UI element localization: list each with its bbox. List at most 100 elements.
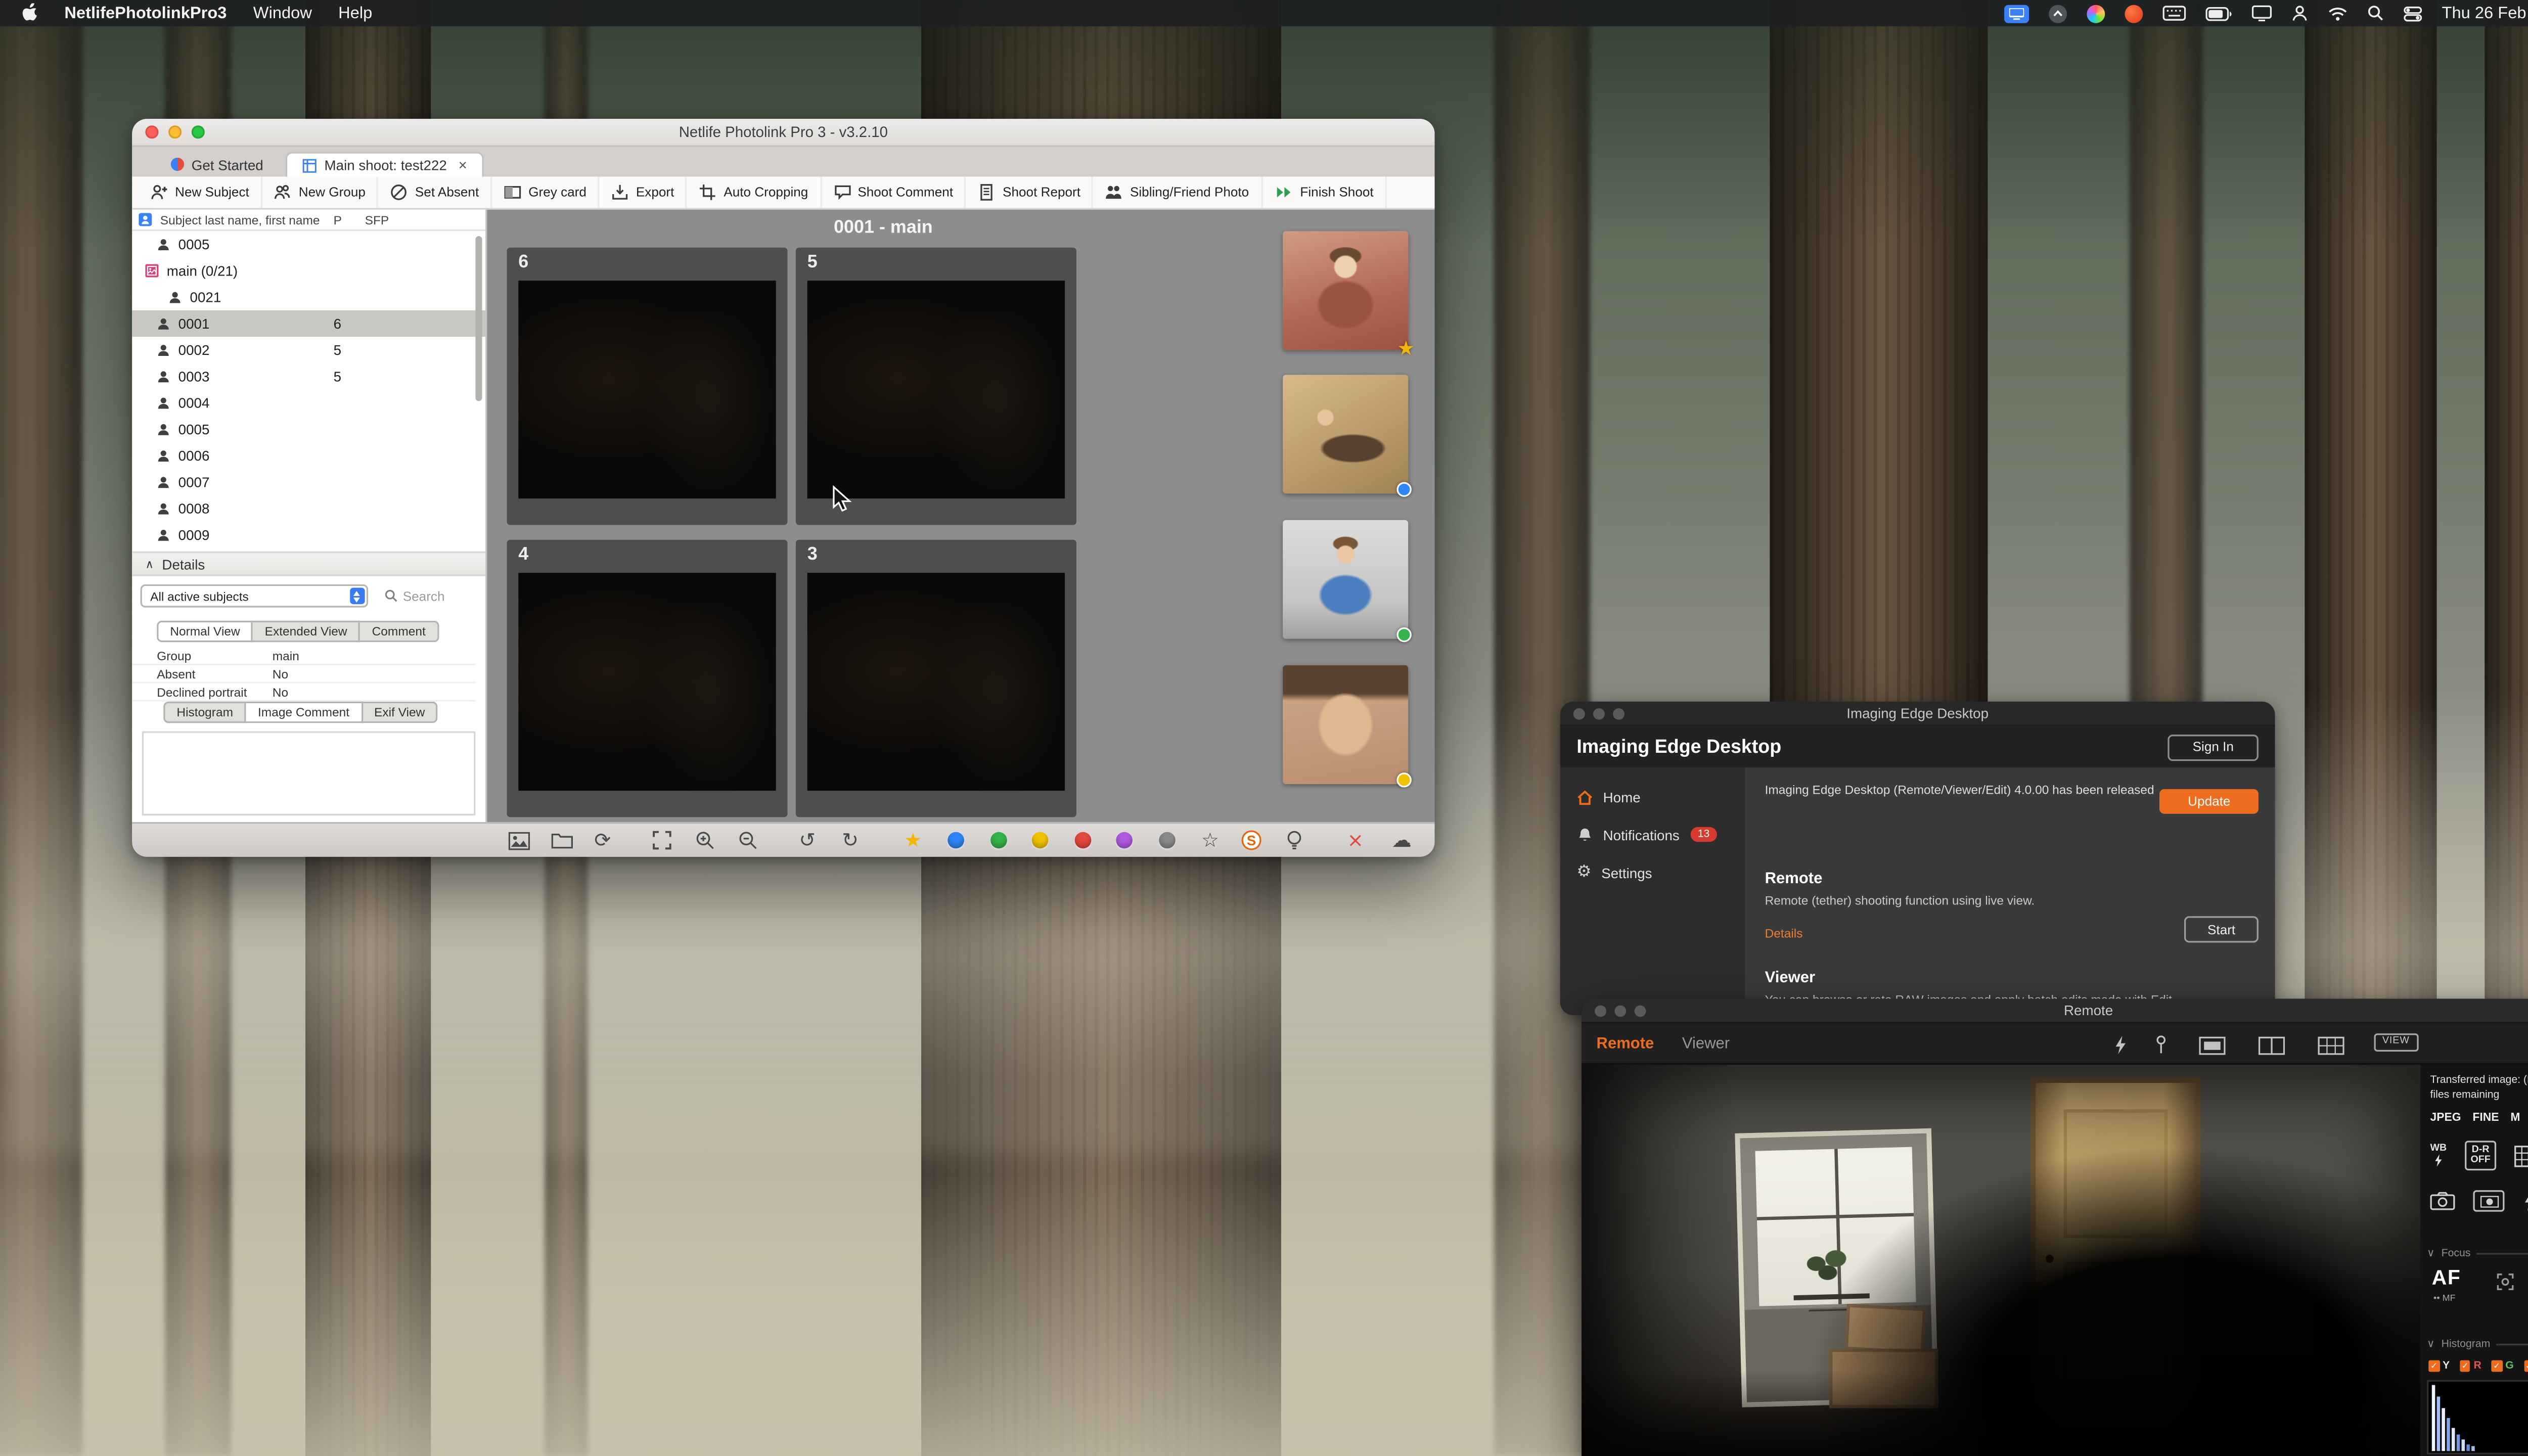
tab-image-comment[interactable]: Image Comment	[246, 702, 363, 723]
subject-row[interactable]: 0005	[132, 416, 485, 442]
subject-row[interactable]: 0003 5	[132, 363, 485, 389]
subject-row[interactable]: 0004	[132, 390, 485, 416]
finish-shoot-button[interactable]: Finish Shoot	[1262, 176, 1386, 208]
subject-row[interactable]: 0005	[132, 231, 485, 257]
display-icon[interactable]	[2252, 5, 2272, 22]
star-outline-icon[interactable]: ☆	[1197, 827, 1223, 853]
folder-icon[interactable]	[548, 827, 574, 853]
new-subject-button[interactable]: New Subject	[139, 176, 262, 208]
flash-mode-icon[interactable]	[2522, 1191, 2528, 1211]
zoom-out-icon[interactable]	[735, 827, 761, 853]
tag-purple-icon[interactable]	[1111, 827, 1138, 853]
channel-r[interactable]: ✓R	[2460, 1360, 2481, 1372]
battery-icon[interactable]	[2206, 6, 2232, 20]
grey-card-button[interactable]: Grey card	[492, 176, 600, 208]
filmstrip-thumb[interactable]	[1283, 520, 1408, 639]
image-size-label[interactable]: M	[2510, 1113, 2520, 1124]
menubar-clock[interactable]: Thu 26 Feb 15:31	[2442, 4, 2528, 22]
subject-filter-select[interactable]: All active subjects	[141, 584, 369, 608]
list-scrollbar[interactable]	[475, 236, 482, 401]
color-tag-marker[interactable]	[1396, 482, 1411, 496]
menu-window[interactable]: Window	[253, 4, 312, 22]
subject-row-selected[interactable]: 0001 6	[132, 310, 485, 337]
sibling-friend-photo-button[interactable]: Sibling/Friend Photo	[1094, 176, 1262, 208]
zoom-in-icon[interactable]	[692, 827, 718, 853]
subject-row[interactable]: 0007	[132, 469, 485, 495]
channel-y[interactable]: ✓Y	[2428, 1360, 2450, 1372]
checkbox-icon[interactable]: ✓	[2460, 1360, 2470, 1371]
spotlight-icon[interactable]	[2368, 5, 2384, 22]
dynamic-range-control[interactable]: D-R OFF	[2465, 1141, 2496, 1170]
channel-g[interactable]: ✓G	[2491, 1360, 2513, 1372]
rating-star-marker[interactable]: ★	[1397, 340, 1415, 357]
group-row[interactable]: main (0/21)	[132, 257, 485, 284]
photo-card[interactable]: 5	[796, 248, 1076, 525]
photo-thumbnail[interactable]	[807, 281, 1065, 498]
search-input[interactable]	[403, 588, 476, 603]
view-button[interactable]: VIEW	[2374, 1032, 2418, 1051]
histogram-section-header[interactable]: ∨Histogram	[2427, 1337, 2528, 1350]
record-indicator-icon[interactable]	[2125, 4, 2143, 22]
subject-row[interactable]: 0021	[132, 284, 485, 310]
set-absent-button[interactable]: Set Absent	[379, 176, 492, 208]
file-format-label[interactable]: JPEG	[2430, 1113, 2461, 1124]
tab-extended-view[interactable]: Extended View	[253, 621, 360, 642]
tab-normal-view[interactable]: Normal View	[157, 621, 253, 642]
display-grid-icon[interactable]	[2318, 1033, 2344, 1063]
photo-thumbnail[interactable]	[518, 573, 776, 791]
nav-notifications[interactable]: Notifications 13	[1560, 815, 1745, 853]
new-group-button[interactable]: New Group	[262, 176, 379, 208]
user-icon[interactable]	[2291, 5, 2308, 22]
details-link[interactable]: Details	[1765, 926, 1803, 941]
nav-home[interactable]: Home	[1560, 778, 1745, 815]
select-stepper-icon[interactable]	[350, 587, 365, 604]
details-header[interactable]: ∧ Details	[132, 552, 485, 576]
checkbox-icon[interactable]: ✓	[2491, 1360, 2502, 1371]
lightbulb-icon[interactable]	[1281, 827, 1307, 853]
menubar-app-name[interactable]: NetlifePhotolinkPro3	[64, 4, 227, 22]
focus-section-header[interactable]: ∨Focus	[2427, 1246, 2528, 1259]
channel-b[interactable]: ✓B	[2523, 1360, 2528, 1372]
tab-viewer[interactable]: Viewer	[1682, 1034, 1730, 1053]
quality-label[interactable]: FINE	[2472, 1113, 2499, 1124]
collapse-chevron-icon[interactable]: ∧	[145, 557, 154, 570]
keyboard-icon[interactable]	[2163, 5, 2186, 22]
imaging-edge-titlebar[interactable]: Imaging Edge Desktop	[1560, 702, 2275, 726]
tab-comment[interactable]: Comment	[360, 621, 439, 642]
face-detect-icon[interactable]	[2496, 1273, 2514, 1294]
af-mode-value[interactable]: AF	[2432, 1266, 2461, 1289]
column-sfp[interactable]: SFP	[365, 212, 389, 227]
grid-overlay-icon[interactable]	[2514, 1145, 2528, 1166]
wifi-icon[interactable]	[2328, 6, 2348, 20]
auto-cropping-button[interactable]: Auto Cropping	[687, 176, 821, 208]
circular-app-icon[interactable]	[2049, 4, 2067, 22]
screen-share-icon[interactable]	[2004, 4, 2029, 22]
display-single-icon[interactable]	[2199, 1033, 2225, 1063]
white-balance-control[interactable]: WB	[2430, 1144, 2447, 1168]
metering-mode-icon[interactable]	[2473, 1190, 2504, 1211]
flash-icon[interactable]	[2113, 1033, 2128, 1063]
rotate-left-icon[interactable]: ↺	[794, 827, 821, 853]
photolink-titlebar[interactable]: Netlife Photolink Pro 3 - v3.2.10	[132, 119, 1434, 147]
tag-green-icon[interactable]	[985, 827, 1012, 853]
camera-icon[interactable]	[2430, 1192, 2455, 1210]
tag-grey-icon[interactable]	[1154, 827, 1180, 853]
photo-thumbnail[interactable]	[807, 573, 1065, 791]
image-icon[interactable]	[505, 827, 531, 853]
tag-blue-icon[interactable]	[942, 827, 969, 853]
tab-histogram[interactable]: Histogram	[163, 702, 246, 723]
tab-exif-view[interactable]: Exif View	[363, 702, 438, 723]
photo-thumbnail[interactable]	[518, 281, 776, 498]
checkbox-icon[interactable]: ✓	[2523, 1360, 2528, 1371]
display-split-icon[interactable]	[2259, 1033, 2285, 1063]
rotate-right-icon[interactable]: ↻	[837, 827, 864, 853]
color-tag-marker[interactable]	[1396, 772, 1411, 787]
fullscreen-icon[interactable]	[649, 827, 675, 853]
filmstrip-thumb[interactable]	[1283, 375, 1408, 493]
start-button[interactable]: Start	[2184, 916, 2259, 942]
shoot-comment-button[interactable]: Shoot Comment	[821, 176, 966, 208]
sign-in-button[interactable]: Sign In	[2168, 734, 2259, 760]
cloud-icon[interactable]: ☁	[1388, 827, 1415, 853]
column-p[interactable]: P	[334, 212, 342, 227]
tab-get-started[interactable]: Get Started	[155, 152, 278, 176]
